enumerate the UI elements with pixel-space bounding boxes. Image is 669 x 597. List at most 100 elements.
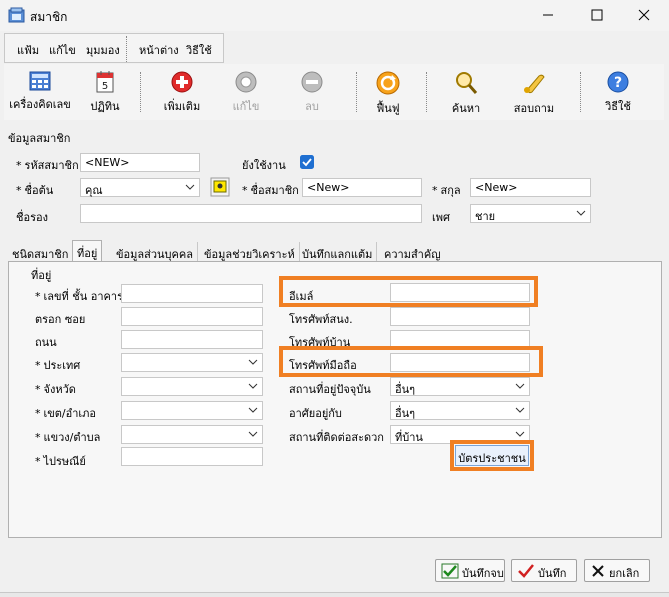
country-label: * ประเทศ	[35, 359, 81, 372]
add-button[interactable]: เพิ่มเติม	[158, 70, 206, 118]
toolbar-separator	[356, 72, 357, 112]
maximize-icon[interactable]	[587, 5, 607, 25]
middle-name-field[interactable]	[80, 204, 422, 223]
delete-label: ลบ	[305, 100, 319, 113]
gender-label: เพศ	[432, 211, 450, 224]
surname-field[interactable]: <New>	[470, 178, 591, 197]
subdistrict-label: * แขวง/ตำบล	[35, 431, 101, 444]
phone-icon	[524, 74, 545, 94]
menu-edit[interactable]: แก้ไข	[49, 41, 76, 59]
member-id-label: * รหัสสมาชิก	[16, 159, 79, 172]
close-icon[interactable]	[634, 5, 654, 25]
district-select[interactable]	[121, 401, 263, 420]
help-button[interactable]: ? วิธีใช้	[598, 70, 638, 118]
tab-importance[interactable]: ความสำคัญ	[380, 242, 445, 262]
active-label: ยังใช้งาน	[242, 159, 286, 172]
contact-place-label: สถานที่ติดต่อสะดวก	[289, 431, 384, 444]
toolbar-separator	[426, 72, 427, 112]
restore-button[interactable]: ฟื้นฟู	[368, 70, 408, 118]
add-icon	[171, 71, 193, 93]
member-info-group: ข้อมูลสมาชิก * รหัสสมาชิก <NEW> ยังใช้งาน…	[0, 124, 669, 238]
title-lookup-icon[interactable]	[210, 177, 230, 197]
chevron-down-icon	[576, 210, 586, 216]
toolbar-separator	[140, 72, 141, 112]
gender-select[interactable]: ชาย	[470, 204, 591, 223]
inquiry-label: สอบถาม	[513, 102, 555, 115]
app-icon	[8, 7, 25, 23]
tab-analysis-info[interactable]: ข้อมูลช่วยวิเคราะห์	[200, 242, 300, 262]
chevron-down-icon	[248, 383, 258, 389]
alley-field[interactable]	[121, 307, 263, 326]
province-select[interactable]	[121, 377, 263, 396]
minimize-icon[interactable]	[538, 5, 558, 25]
road-field[interactable]	[121, 330, 263, 349]
toolbar-separator	[580, 72, 581, 112]
tab-member-type[interactable]: ชนิดสมาชิก	[8, 242, 74, 262]
menu-help[interactable]: วิธีใช้	[186, 41, 212, 59]
menu-separator	[126, 36, 127, 62]
province-label: * จังหวัด	[35, 383, 76, 396]
save-button[interactable]: บันทึก	[511, 559, 577, 582]
active-checkbox[interactable]	[300, 155, 314, 169]
tab-personal-info[interactable]: ข้อมูลส่วนบุคคล	[112, 242, 198, 262]
email-highlight	[279, 276, 538, 307]
menu-window[interactable]: หน้าต่าง	[139, 41, 179, 59]
tab-points-log[interactable]: บันทึกแลกแต้ม	[298, 242, 378, 262]
inquiry-button[interactable]: สอบถาม	[510, 70, 558, 118]
cancel-label: ยกเลิก	[609, 567, 640, 580]
chevron-down-icon	[248, 359, 258, 365]
district-label: * เขต/อำเภอ	[35, 407, 97, 420]
postcode-field[interactable]	[121, 447, 263, 466]
chevron-down-icon	[515, 431, 525, 437]
current-place-select[interactable]: อื่นๆ	[390, 377, 530, 396]
window-title: สมาชิก	[30, 10, 68, 24]
postcode-label: * ไปรษณีย์	[35, 455, 86, 468]
current-place-label: สถานที่อยู่ปัจจุบัน	[289, 383, 371, 396]
search-button[interactable]: ค้นหา	[446, 70, 486, 118]
contact-place-value: ที่บ้าน	[395, 431, 423, 444]
search-label: ค้นหา	[451, 102, 481, 115]
subdistrict-select[interactable]	[121, 425, 263, 444]
edit-button[interactable]: แก้ไข	[226, 70, 266, 118]
toolbar: เครื่องคิดเลข 5 ปฏิทิน เพิ่มเติม แก้ไข ล…	[4, 64, 664, 120]
road-label: ถนน	[35, 336, 57, 349]
svg-text:5: 5	[102, 81, 108, 92]
help-icon: ?	[607, 71, 629, 93]
house-number-field[interactable]	[121, 284, 263, 303]
save-close-button[interactable]: บันทึกจบ	[435, 559, 505, 582]
cancel-button[interactable]: ยกเลิก	[584, 559, 650, 582]
country-select[interactable]	[121, 353, 263, 372]
alley-label: ตรอก ซอย	[35, 313, 86, 326]
calculator-button[interactable]: เครื่องคิดเลข	[8, 70, 72, 118]
member-id-field[interactable]: <NEW>	[80, 153, 200, 172]
svg-text:?: ?	[614, 75, 622, 91]
menu-bar: แฟ้ม แก้ไข มุมมอง หน้าต่าง วิธีใช้	[4, 33, 224, 63]
member-name-label: * ชื่อสมาชิก	[242, 184, 299, 197]
chevron-down-icon	[515, 407, 525, 413]
search-icon	[456, 72, 478, 94]
living-with-select[interactable]: อื่นๆ	[390, 401, 530, 420]
cancel-icon	[592, 565, 604, 577]
member-name-field[interactable]: <New>	[302, 178, 422, 197]
gender-value: ชาย	[475, 210, 496, 223]
save-close-label: บันทึกจบ	[462, 567, 504, 580]
middle-name-label: ชื่อรอง	[16, 211, 48, 224]
menu-view[interactable]: มุมมอง	[86, 41, 120, 59]
chevron-down-icon	[248, 407, 258, 413]
calculator-icon	[29, 71, 51, 91]
help-label: วิธีใช้	[605, 100, 631, 113]
tab-address[interactable]: ที่อยู่	[72, 240, 103, 263]
surname-label: * สกุล	[432, 184, 461, 197]
living-with-value: อื่นๆ	[395, 407, 416, 420]
delete-button[interactable]: ลบ	[292, 70, 332, 118]
office-phone-field[interactable]	[390, 307, 530, 326]
menu-file[interactable]: แฟ้ม	[17, 41, 39, 59]
status-bar	[0, 592, 669, 597]
title-select[interactable]: คุณ	[80, 178, 200, 197]
address-group-title: ที่อยู่	[31, 269, 52, 282]
chevron-down-icon	[248, 431, 258, 437]
current-place-value: อื่นๆ	[395, 383, 416, 396]
chevron-down-icon	[515, 383, 525, 389]
calendar-button[interactable]: 5 ปฏิทิน	[82, 70, 128, 118]
edit-icon	[235, 71, 257, 93]
